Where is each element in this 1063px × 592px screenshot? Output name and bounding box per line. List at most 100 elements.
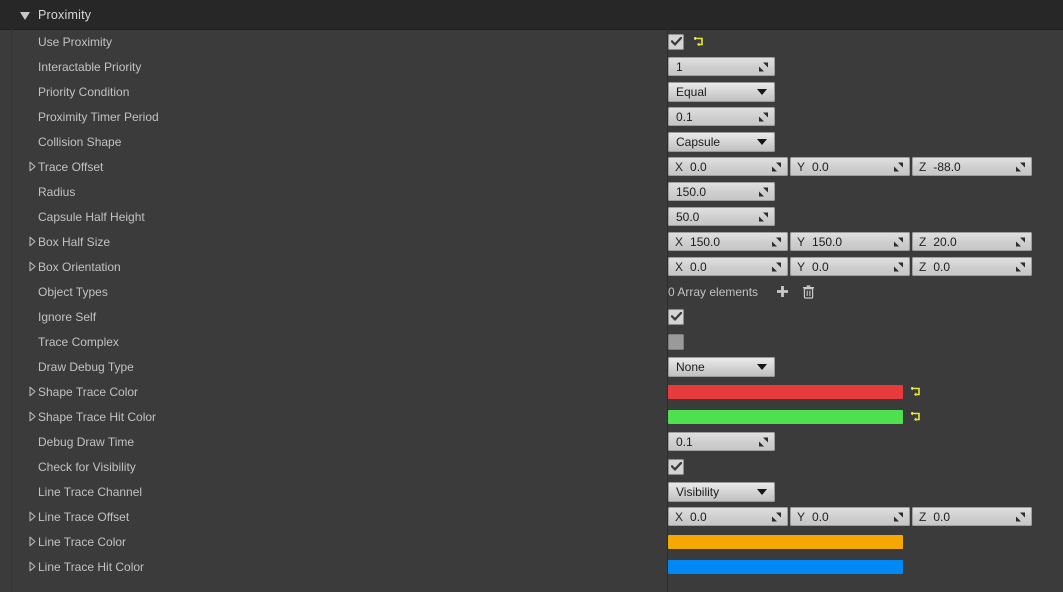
number-field-y[interactable]: Y 0.0: [790, 507, 910, 526]
drag-handle-icon[interactable]: [893, 161, 904, 172]
triangle-right-icon[interactable]: [28, 529, 37, 554]
property-label: Trace Offset: [38, 159, 104, 174]
property-label: Shape Trace Color: [38, 384, 139, 399]
number-field-z[interactable]: Z 20.0: [912, 232, 1032, 251]
property-value: 150.0: [668, 179, 775, 204]
reset-arrow-icon[interactable]: [909, 385, 923, 399]
property-label: Debug Draw Time: [38, 434, 135, 449]
property-label: Box Orientation: [38, 259, 121, 274]
triangle-right-icon[interactable]: [28, 554, 37, 579]
number-field-x[interactable]: X 0.0: [668, 507, 788, 526]
triangle-right-icon[interactable]: [28, 254, 37, 279]
plus-icon[interactable]: [776, 285, 789, 298]
axis-label-x: X: [675, 234, 684, 249]
property-row: Ignore Self: [0, 304, 1063, 329]
drag-handle-icon[interactable]: [1015, 236, 1026, 247]
axis-label-z: Z: [919, 234, 927, 249]
number-field-x[interactable]: X 0.0: [668, 157, 788, 176]
dropdown-value: Equal: [676, 84, 707, 99]
color-swatch[interactable]: [668, 559, 903, 574]
drag-handle-icon[interactable]: [893, 511, 904, 522]
number-field-y[interactable]: Y 0.0: [790, 157, 910, 176]
property-label: Line Trace Channel: [38, 484, 143, 499]
number-field[interactable]: 50.0: [668, 207, 775, 226]
checkbox[interactable]: [668, 333, 684, 350]
number-field-x[interactable]: X 150.0: [668, 232, 788, 251]
number-field[interactable]: 1: [668, 57, 775, 76]
drag-handle-icon[interactable]: [771, 236, 782, 247]
chevron-down-icon[interactable]: [757, 488, 767, 495]
property-label: Box Half Size: [38, 234, 111, 249]
property-value: X 0.0 Y 0.0 Z 0.0: [668, 504, 1032, 529]
property-row: Line Trace Channel Visibility: [0, 479, 1063, 504]
chevron-down-icon[interactable]: [757, 88, 767, 95]
category-header-proximity[interactable]: Proximity: [0, 0, 1063, 30]
drag-handle-icon[interactable]: [758, 186, 769, 197]
drag-handle-icon[interactable]: [771, 511, 782, 522]
dropdown[interactable]: Capsule: [668, 131, 775, 152]
drag-handle-icon[interactable]: [758, 111, 769, 122]
number-value: 0.0: [933, 259, 951, 274]
drag-handle-icon[interactable]: [893, 261, 904, 272]
number-field-y[interactable]: Y 0.0: [790, 257, 910, 276]
property-row: Trace Complex: [0, 329, 1063, 354]
number-value: 0.0: [812, 159, 829, 174]
dropdown[interactable]: None: [668, 356, 775, 377]
triangle-right-icon[interactable]: [28, 379, 37, 404]
number-field[interactable]: 0.1: [668, 107, 775, 126]
triangle-right-icon[interactable]: [28, 229, 37, 254]
dropdown[interactable]: Equal: [668, 81, 775, 102]
property-value: [668, 329, 684, 354]
color-swatch[interactable]: [668, 534, 903, 549]
number-field[interactable]: 150.0: [668, 182, 775, 201]
property-value: 0.1: [668, 429, 775, 454]
drag-handle-icon[interactable]: [893, 236, 904, 247]
number-value: 20.0: [933, 234, 957, 249]
color-swatch-container: [668, 559, 903, 574]
property-label: Shape Trace Hit Color: [38, 409, 157, 424]
number-field[interactable]: 0.1: [668, 432, 775, 451]
number-field-z[interactable]: Z 0.0: [912, 257, 1032, 276]
array-controls: 0 Array elements: [668, 285, 815, 299]
triangle-right-icon[interactable]: [28, 504, 37, 529]
number-value: 150.0: [676, 184, 707, 199]
property-value: 50.0: [668, 204, 775, 229]
drag-handle-icon[interactable]: [1015, 261, 1026, 272]
drag-handle-icon[interactable]: [771, 261, 782, 272]
reset-arrow-icon[interactable]: [692, 35, 706, 49]
property-value: X 150.0 Y 150.0 Z 20.0: [668, 229, 1032, 254]
property-value: [668, 454, 684, 479]
property-row: Shape Trace Color: [0, 379, 1063, 404]
drag-handle-icon[interactable]: [758, 61, 769, 72]
color-swatch[interactable]: [668, 384, 903, 399]
triangle-down-icon[interactable]: [20, 11, 30, 20]
property-row: Proximity Timer Period 0.1: [0, 104, 1063, 129]
drag-handle-icon[interactable]: [1015, 511, 1026, 522]
trash-icon[interactable]: [802, 284, 815, 299]
chevron-down-icon[interactable]: [757, 363, 767, 370]
number-field-z[interactable]: Z 0.0: [912, 507, 1032, 526]
property-value: [668, 29, 706, 54]
number-value: 0.0: [812, 509, 829, 524]
number-field-z[interactable]: Z -88.0: [912, 157, 1032, 176]
color-swatch-container: [668, 384, 923, 399]
drag-handle-icon[interactable]: [758, 436, 769, 447]
drag-handle-icon[interactable]: [771, 161, 782, 172]
checkbox[interactable]: [668, 308, 684, 325]
number-field-x[interactable]: X 0.0: [668, 257, 788, 276]
dropdown[interactable]: Visibility: [668, 481, 775, 502]
number-field-y[interactable]: Y 150.0: [790, 232, 910, 251]
property-label: Collision Shape: [38, 134, 122, 149]
property-value: Equal: [668, 79, 775, 104]
drag-handle-icon[interactable]: [1015, 161, 1026, 172]
drag-handle-icon[interactable]: [758, 211, 769, 222]
number-value: 1: [676, 59, 683, 74]
color-swatch[interactable]: [668, 409, 903, 424]
triangle-right-icon[interactable]: [28, 154, 37, 179]
triangle-right-icon[interactable]: [28, 404, 37, 429]
checkbox[interactable]: [668, 33, 684, 50]
reset-arrow-icon[interactable]: [909, 410, 923, 424]
property-label: Line Trace Hit Color: [38, 559, 145, 574]
checkbox[interactable]: [668, 458, 684, 475]
chevron-down-icon[interactable]: [757, 138, 767, 145]
